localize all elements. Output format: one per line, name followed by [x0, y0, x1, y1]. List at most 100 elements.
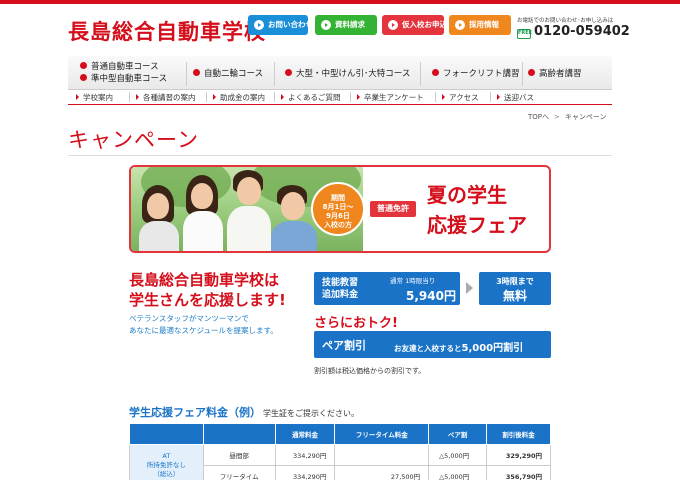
bullet-icon	[80, 62, 87, 69]
price-table: 通常料金 フリータイム料金 ペア割 割引後料金 AT 所持免許なし （総込） 昼…	[129, 423, 551, 480]
extra-fee-sub: 通常 1時限当り	[390, 277, 436, 285]
sub-nav-item-bus[interactable]: 送迎バス	[497, 92, 534, 103]
body	[183, 211, 223, 251]
discount-note: 割引額は税込価格からの割引です。	[314, 367, 426, 375]
face	[147, 193, 169, 219]
request-brochure-button[interactable]: 資料請求	[315, 15, 377, 35]
contact-button[interactable]: お問い合わせ	[248, 15, 313, 35]
extra-lesson-fee-box: 技能教習 追加料金 通常 1時限当り 5,940円	[314, 272, 460, 305]
nav-divider	[274, 92, 275, 102]
support-description: ベテランスタッフがマンツーマンで あなたに最適なスケジュールを提案します。	[129, 313, 278, 337]
nav-divider	[186, 62, 187, 86]
course-nav-item-forklift[interactable]: フォークリフト講習	[432, 67, 520, 79]
nav-divider	[274, 62, 275, 86]
arrow-circle-icon	[321, 20, 331, 30]
table-header-cell	[129, 423, 204, 445]
phone-number[interactable]: FREE 0120-059402	[517, 24, 630, 39]
breadcrumb-home[interactable]: TOPへ	[528, 113, 549, 121]
sub-nav-item-courses[interactable]: 各種講習の案内	[136, 92, 196, 103]
bullet-icon	[285, 69, 292, 76]
period-badge: 期間 8月1日～ 9月6日 入校の方	[311, 182, 365, 236]
bullet-icon	[80, 74, 87, 81]
body	[139, 221, 179, 251]
course-nav-item-regular-car[interactable]: 普通自動車コース	[80, 60, 159, 72]
period-start: 8月1日～	[322, 203, 354, 211]
course-nav-label: 準中型自動車コース	[91, 74, 168, 84]
table-cell: 334,290円	[274, 465, 336, 480]
table-header-row: 通常料金 フリータイム料金 ペア割 割引後料金	[129, 423, 551, 445]
support-desc-line2: あなたに最適なスケジュールを提案します。	[129, 326, 278, 335]
free-lessons-top: 3時限まで	[496, 277, 534, 286]
nav-divider	[435, 92, 436, 102]
school-logo[interactable]: 長島総合自動車学校	[68, 16, 266, 46]
table-cell: △5,000円	[428, 444, 488, 466]
course-nav-label: 大型・中型けん引･大特コース	[296, 69, 411, 79]
fair-title-line1: 夏の学生	[427, 183, 507, 207]
pair-discount-text: お友達と入校すると5,000円割引	[394, 339, 523, 354]
page-title: キャンペーン	[68, 128, 199, 152]
support-desc-line1: ベテランスタッフがマンツーマンで	[129, 314, 249, 323]
price-table-title: 学生応援フェア料金（例） 学生証をご提示ください。	[129, 404, 359, 420]
license-badge: 普通免許	[370, 201, 416, 217]
face	[237, 177, 261, 205]
table-header-cell: 割引後料金	[486, 423, 551, 445]
arrow-circle-icon	[455, 20, 465, 30]
course-nav-label: 自動二輪コース	[204, 69, 264, 79]
phone-number-text: 0120-059402	[534, 24, 630, 39]
sub-nav-item-survey[interactable]: 卒業生アンケート	[357, 92, 424, 103]
row-group-header: AT 所持免許なし （総込）	[129, 444, 204, 480]
face	[191, 183, 213, 209]
breadcrumb-current: キャンペーン	[564, 113, 607, 121]
table-cell: 昼間部	[202, 444, 276, 466]
price-table-subtitle: 学生証をご提示ください。	[263, 409, 359, 418]
pair-discount-desc: お友達と入校すると	[394, 344, 462, 353]
arrow-circle-icon	[254, 20, 264, 30]
course-nav-item-elderly[interactable]: 高齢者講習	[528, 67, 582, 79]
request-brochure-label: 資料請求	[335, 20, 365, 29]
support-heading-line1: 長島総合自動車学校は	[129, 271, 280, 289]
table-header-cell: フリータイム料金	[334, 423, 430, 445]
table-cell: 329,290円	[486, 444, 551, 466]
course-nav-label: 高齢者講習	[539, 69, 582, 79]
support-heading-line2: 学生さんを応援します!	[129, 291, 286, 309]
nav-divider	[350, 92, 351, 102]
sub-nav-item-about[interactable]: 学校案内	[76, 92, 113, 103]
breadcrumb-separator: >	[554, 113, 560, 121]
nav-divider	[206, 92, 207, 102]
row-group-type: AT	[162, 452, 171, 460]
extra-fee-label: 技能教習 追加料金	[322, 277, 358, 301]
table-cell: 27,500円	[334, 465, 430, 480]
nav-divider	[129, 92, 130, 102]
arrow-right-icon	[466, 282, 473, 294]
more-deals-heading: さらにおトク!	[314, 316, 398, 331]
provisional-enroll-button[interactable]: 仮入校お申込	[382, 15, 447, 35]
period-label: 期間	[331, 194, 345, 202]
table-cell: 334,290円	[274, 444, 336, 466]
nav-divider	[522, 62, 523, 86]
face	[281, 192, 305, 220]
table-cell: 356,790円	[486, 465, 551, 480]
course-nav-item-semi-medium[interactable]: 準中型自動車コース	[80, 72, 167, 84]
contact-label: お問い合わせ	[268, 20, 313, 29]
phone-caption: お電話でのお問い合わせ･お申し込みは	[517, 18, 614, 24]
sub-nav-item-subsidy[interactable]: 助成金の案内	[213, 92, 265, 103]
extra-fee-label-line1: 技能教習	[322, 278, 359, 288]
table-cell: フリータイム	[202, 465, 276, 480]
course-nav-item-motorcycle[interactable]: 自動二輪コース	[193, 67, 263, 79]
course-nav-item-large[interactable]: 大型・中型けん引･大特コース	[285, 67, 410, 79]
campaign-banner: 期間 8月1日～ 9月6日 入校の方 普通免許 夏の学生 応援フェア	[129, 165, 551, 253]
nav-divider	[490, 92, 491, 102]
bullet-icon	[432, 69, 439, 76]
period-end: 9月6日	[326, 212, 350, 220]
sub-nav-item-faq[interactable]: よくあるご質問	[281, 92, 341, 103]
body	[227, 206, 271, 251]
table-cell	[334, 444, 430, 466]
arrow-circle-icon	[388, 20, 398, 30]
sub-nav-item-access[interactable]: アクセス	[442, 92, 479, 103]
pair-discount-label: ペア割引	[322, 339, 366, 352]
free-lessons-bottom: 無料	[502, 289, 527, 303]
table-header-cell	[202, 423, 276, 445]
pair-discount-amount: 5,000円割引	[461, 343, 524, 354]
breadcrumb: TOPへ > キャンペーン	[528, 112, 607, 122]
recruit-button[interactable]: 採用情報	[449, 15, 511, 35]
